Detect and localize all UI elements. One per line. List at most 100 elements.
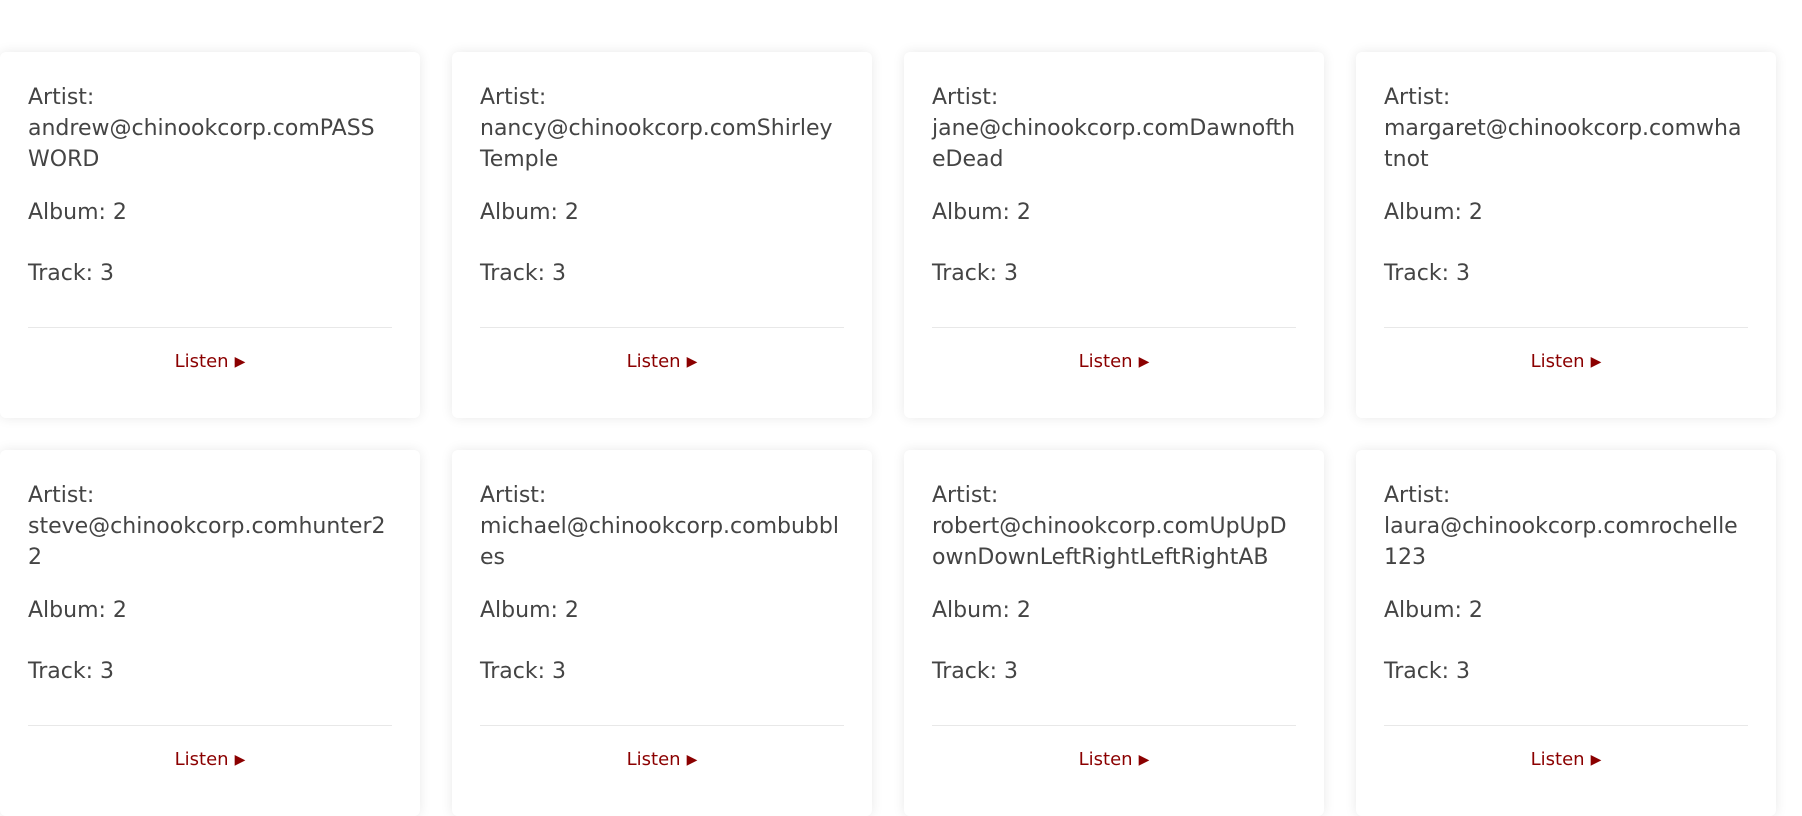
track-value: 3: [99, 659, 114, 684]
artist-value: steve@chinookcorp.comhunter22: [28, 514, 386, 570]
listen-label: Listen: [1530, 749, 1585, 770]
album-label: Album:: [480, 200, 558, 225]
artist-value: andrew@chinookcorp.comPASSWORD: [28, 116, 375, 172]
album-value: 2: [1016, 200, 1031, 225]
artist-label: Artist:: [1384, 483, 1451, 508]
track-label: Track:: [28, 261, 93, 286]
track-card: Artist: michael@chinookcorp.combubbles Al…: [452, 450, 872, 816]
track-card: Artist: nancy@chinookcorp.comShirley Temp…: [452, 52, 872, 418]
listen-link[interactable]: Listen ▶: [904, 348, 1324, 376]
artist-field: Artist: andrew@chinookcorp.comPASSWORD: [28, 82, 392, 175]
track-value: 3: [551, 659, 566, 684]
card-divider: [932, 327, 1296, 328]
album-field: Album: 2: [1384, 197, 1748, 228]
track-field: Track: 3: [480, 656, 844, 687]
listen-link[interactable]: Listen ▶: [452, 746, 872, 774]
track-card: Artist: laura@chinookcorp.comrochelle123 …: [1356, 450, 1776, 816]
listen-label: Listen: [174, 351, 229, 372]
listen-link[interactable]: Listen ▶: [904, 746, 1324, 774]
album-label: Album:: [1384, 598, 1462, 623]
track-label: Track:: [480, 261, 545, 286]
album-field: Album: 2: [932, 595, 1296, 626]
album-label: Album:: [1384, 200, 1462, 225]
artist-field: Artist: jane@chinookcorp.comDawnoftheDead: [932, 82, 1296, 175]
track-field: Track: 3: [1384, 656, 1748, 687]
track-label: Track:: [932, 659, 997, 684]
listen-label: Listen: [174, 749, 229, 770]
track-field: Track: 3: [1384, 258, 1748, 289]
track-value: 3: [551, 261, 566, 286]
artist-field: Artist: laura@chinookcorp.comrochelle123: [1384, 480, 1748, 573]
card-divider: [28, 725, 392, 726]
artist-value: nancy@chinookcorp.comShirley Temple: [480, 116, 833, 172]
track-card: Artist: margaret@chinookcorp.comwhatnot A…: [1356, 52, 1776, 418]
artist-field: Artist: steve@chinookcorp.comhunter22: [28, 480, 392, 573]
album-value: 2: [112, 598, 127, 623]
artist-field: Artist: nancy@chinookcorp.comShirley Temp…: [480, 82, 844, 175]
track-value: 3: [1455, 659, 1470, 684]
track-value: 3: [1003, 261, 1018, 286]
artist-value: laura@chinookcorp.comrochelle123: [1384, 514, 1738, 570]
track-value: 3: [1455, 261, 1470, 286]
artist-value: jane@chinookcorp.comDawnoftheDead: [932, 116, 1296, 172]
album-field: Album: 2: [480, 197, 844, 228]
artist-field: Artist: margaret@chinookcorp.comwhatnot: [1384, 82, 1748, 175]
artist-label: Artist:: [28, 85, 95, 110]
listen-label: Listen: [1530, 351, 1585, 372]
listen-link[interactable]: Listen ▶: [1356, 348, 1776, 376]
artist-label: Artist:: [480, 483, 547, 508]
listen-link[interactable]: Listen ▶: [1356, 746, 1776, 774]
album-value: 2: [1468, 200, 1483, 225]
track-field: Track: 3: [480, 258, 844, 289]
listen-label: Listen: [626, 749, 681, 770]
album-label: Album:: [932, 598, 1010, 623]
play-icon: ▶: [686, 752, 698, 768]
album-field: Album: 2: [480, 595, 844, 626]
track-card: Artist: robert@chinookcorp.comUpUpDownDow…: [904, 450, 1324, 816]
track-label: Track:: [28, 659, 93, 684]
track-label: Track:: [1384, 261, 1449, 286]
track-card-grid: Artist: andrew@chinookcorp.comPASSWORD Al…: [0, 52, 1776, 816]
listen-link[interactable]: Listen ▶: [0, 746, 420, 774]
album-value: 2: [564, 598, 579, 623]
track-value: 3: [1003, 659, 1018, 684]
listen-link[interactable]: Listen ▶: [452, 348, 872, 376]
album-label: Album:: [480, 598, 558, 623]
track-value: 3: [99, 261, 114, 286]
album-label: Album:: [28, 598, 106, 623]
track-field: Track: 3: [932, 258, 1296, 289]
card-divider: [28, 327, 392, 328]
album-value: 2: [1016, 598, 1031, 623]
play-icon: ▶: [234, 354, 246, 370]
play-icon: ▶: [234, 752, 246, 768]
card-divider: [932, 725, 1296, 726]
album-field: Album: 2: [28, 595, 392, 626]
card-divider: [1384, 725, 1748, 726]
artist-value: michael@chinookcorp.combubbles: [480, 514, 839, 570]
artist-value: margaret@chinookcorp.comwhatnot: [1384, 116, 1742, 172]
track-field: Track: 3: [28, 258, 392, 289]
listen-label: Listen: [1078, 749, 1133, 770]
artist-label: Artist:: [932, 85, 999, 110]
artist-label: Artist:: [1384, 85, 1451, 110]
track-card: Artist: jane@chinookcorp.comDawnoftheDead…: [904, 52, 1324, 418]
album-field: Album: 2: [1384, 595, 1748, 626]
album-label: Album:: [28, 200, 106, 225]
track-label: Track:: [1384, 659, 1449, 684]
track-label: Track:: [480, 659, 545, 684]
track-card: Artist: steve@chinookcorp.comhunter22 Alb…: [0, 450, 420, 816]
artist-label: Artist:: [932, 483, 999, 508]
play-icon: ▶: [1590, 752, 1602, 768]
card-divider: [1384, 327, 1748, 328]
card-divider: [480, 327, 844, 328]
album-value: 2: [564, 200, 579, 225]
album-field: Album: 2: [932, 197, 1296, 228]
album-value: 2: [112, 200, 127, 225]
play-icon: ▶: [686, 354, 698, 370]
artist-field: Artist: michael@chinookcorp.combubbles: [480, 480, 844, 573]
album-field: Album: 2: [28, 197, 392, 228]
track-card: Artist: andrew@chinookcorp.comPASSWORD Al…: [0, 52, 420, 418]
track-field: Track: 3: [932, 656, 1296, 687]
track-label: Track:: [932, 261, 997, 286]
listen-link[interactable]: Listen ▶: [0, 348, 420, 376]
